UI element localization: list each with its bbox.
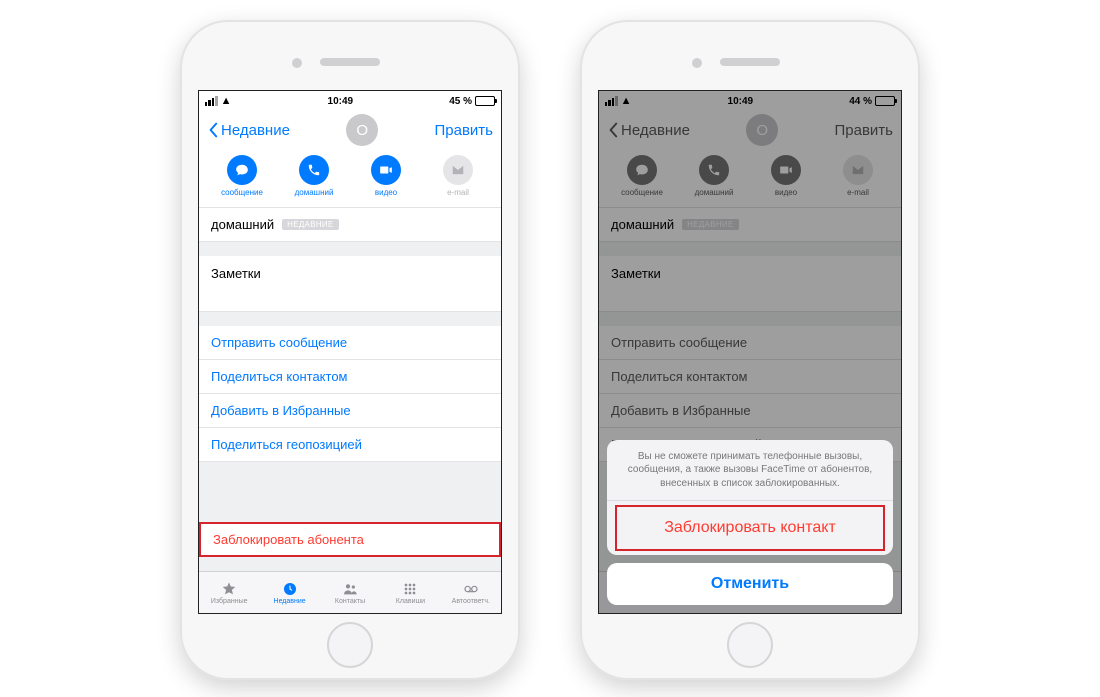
tab-recents[interactable]: Недавние — [259, 572, 319, 613]
tab-bar: Избранные Недавние Контакты Клавиши — [199, 571, 501, 613]
content-area: домашний НЕДАВНИЕ Заметки Отправить сооб… — [199, 208, 501, 571]
screen: ▲ 10:49 44 % Недавние O — [598, 90, 902, 614]
signal-icon — [205, 96, 218, 106]
tab-voicemail[interactable]: Автоответч. — [441, 572, 501, 613]
phone-right: ▲ 10:49 44 % Недавние O — [580, 20, 920, 680]
camera-dot — [292, 58, 302, 68]
recent-badge: НЕДАВНИЕ — [282, 219, 338, 230]
phone-left: ▲ 10:49 45 % Недавние O — [180, 20, 520, 680]
tab-keypad[interactable]: Клавиши — [380, 572, 440, 613]
share-contact-link[interactable]: Поделиться контактом — [199, 360, 501, 394]
contacts-icon — [341, 581, 359, 597]
sheet-cancel-button[interactable]: Отменить — [607, 563, 893, 605]
email-icon — [443, 155, 473, 185]
wifi-icon: ▲ — [221, 95, 232, 107]
edit-button[interactable]: Править — [434, 122, 493, 139]
add-favorite-link[interactable]: Добавить в Избранные — [199, 394, 501, 428]
voicemail-icon — [462, 581, 480, 597]
star-icon — [220, 581, 238, 597]
keypad-icon — [401, 581, 419, 597]
battery-icon — [475, 96, 495, 106]
battery-percent: 45 % — [449, 96, 472, 107]
action-sheet: Вы не сможете принимать телефонные вызов… — [607, 440, 893, 606]
home-button[interactable] — [327, 622, 373, 668]
home-button[interactable] — [727, 622, 773, 668]
block-contact-link[interactable]: Заблокировать абонента — [199, 522, 501, 557]
tab-favorites[interactable]: Избранные — [199, 572, 259, 613]
contact-avatar: O — [346, 114, 378, 146]
share-location-link[interactable]: Поделиться геопозицией — [199, 428, 501, 462]
action-call[interactable]: домашний — [286, 155, 342, 197]
action-message[interactable]: сообщение — [214, 155, 270, 197]
status-time: 10:49 — [328, 96, 354, 107]
notes-cell[interactable]: Заметки — [199, 256, 501, 312]
phone-number-row[interactable]: домашний НЕДАВНИЕ — [199, 208, 501, 242]
nav-bar: Недавние O Править — [199, 111, 501, 149]
sheet-block-button[interactable]: Заблокировать контакт — [617, 507, 883, 549]
speaker-grille — [320, 58, 380, 66]
phone-icon — [299, 155, 329, 185]
speaker-grille — [720, 58, 780, 66]
sheet-description: Вы не сможете принимать телефонные вызов… — [607, 440, 893, 502]
back-button[interactable]: Недавние — [207, 122, 290, 139]
send-message-link[interactable]: Отправить сообщение — [199, 326, 501, 360]
tab-contacts[interactable]: Контакты — [320, 572, 380, 613]
clock-icon — [281, 581, 299, 597]
action-video[interactable]: видео — [358, 155, 414, 197]
back-label: Недавние — [221, 122, 290, 139]
camera-dot — [692, 58, 702, 68]
screen: ▲ 10:49 45 % Недавние O — [198, 90, 502, 614]
action-email: e-mail — [430, 155, 486, 197]
status-bar: ▲ 10:49 45 % — [199, 91, 501, 111]
message-icon — [227, 155, 257, 185]
quick-actions: сообщение домашний видео e-mail — [199, 149, 501, 208]
video-icon — [371, 155, 401, 185]
